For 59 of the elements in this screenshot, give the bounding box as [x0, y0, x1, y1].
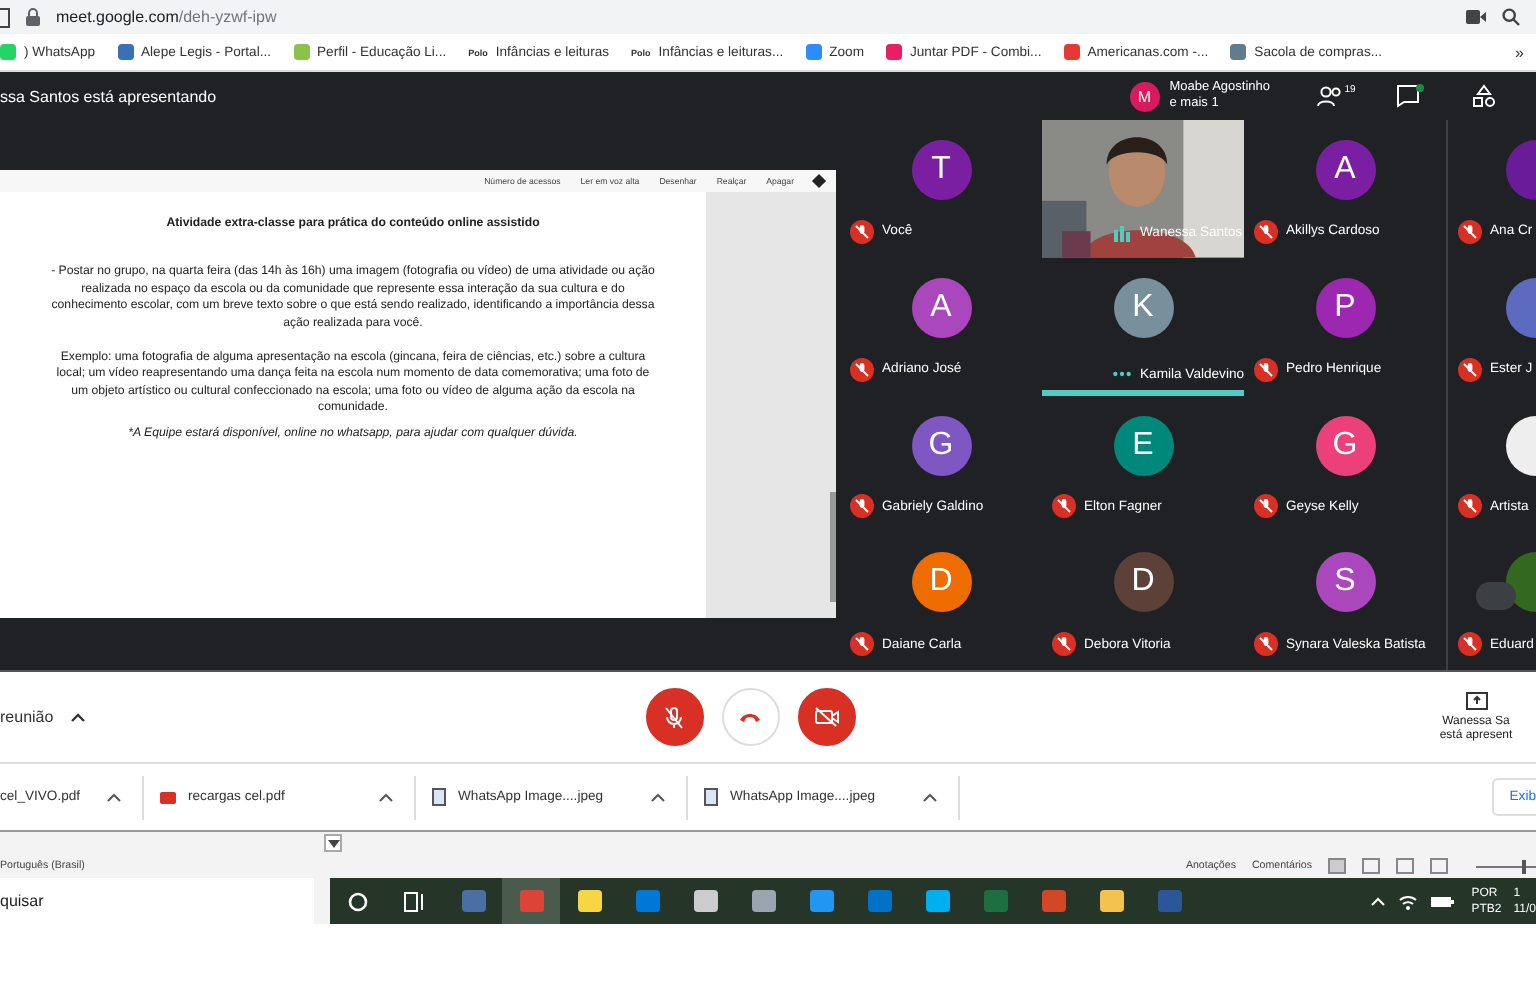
pin-button[interactable]	[1476, 582, 1516, 611]
people-icon[interactable]	[1316, 86, 1345, 106]
meeting-details-button[interactable]: reunião	[0, 708, 86, 726]
activities-icon[interactable]	[1472, 84, 1496, 108]
camera-icon[interactable]	[1466, 10, 1486, 24]
image-file-icon	[704, 788, 718, 806]
avatar: A	[1315, 140, 1375, 200]
wifi-icon[interactable]	[1397, 893, 1418, 909]
microphone-button[interactable]	[645, 688, 704, 746]
avatar: S	[1315, 552, 1375, 613]
avatar: G	[911, 415, 971, 475]
present-icon[interactable]	[1465, 691, 1487, 709]
site-icon	[886, 44, 902, 60]
app-icon[interactable]	[809, 890, 833, 912]
lock-icon[interactable]	[26, 8, 40, 26]
task-view-icon[interactable]	[404, 891, 426, 911]
more-bookmarks-button[interactable]: »	[1515, 43, 1524, 61]
app-icon[interactable]	[751, 890, 775, 912]
caret-icon	[69, 712, 86, 722]
zoom-icon[interactable]	[1502, 8, 1520, 26]
app-icon[interactable]	[693, 890, 717, 912]
avatar: T	[911, 140, 971, 200]
site-icon	[117, 44, 134, 60]
image-file-icon	[432, 788, 446, 806]
phone-icon	[738, 711, 763, 723]
camera-button[interactable]	[797, 688, 856, 746]
avatar: D	[1113, 552, 1173, 613]
site-icon	[0, 44, 16, 60]
caret-icon[interactable]	[650, 792, 666, 802]
pdf-file-icon	[160, 791, 176, 803]
dropdown-button[interactable]	[324, 834, 342, 852]
battery-icon[interactable]	[1429, 895, 1454, 907]
site-icon	[805, 44, 822, 60]
chat-icon[interactable]	[1396, 84, 1424, 108]
caret-icon[interactable]	[106, 792, 122, 802]
hang-up-button[interactable]	[721, 688, 780, 746]
app-icon[interactable]	[1099, 890, 1123, 912]
camera-off-icon	[813, 706, 840, 728]
search-field[interactable]: quisar	[0, 878, 330, 924]
avatar: E	[1113, 415, 1173, 475]
address-field[interactable]: meet.google.com/deh-yzwf-ipw	[56, 8, 277, 26]
caret-icon[interactable]	[922, 792, 938, 802]
host-avatar: M	[1129, 81, 1160, 111]
avatar: D	[911, 552, 971, 613]
circle-icon[interactable]	[348, 891, 368, 911]
avatar: A	[911, 277, 971, 338]
site-icon	[293, 44, 309, 60]
avatar: P	[1315, 277, 1375, 338]
avatar: G	[1315, 415, 1375, 475]
microphone-off-icon	[664, 705, 685, 729]
avatar: K	[1113, 277, 1173, 338]
site-icon	[1063, 44, 1080, 60]
app-icon[interactable]	[925, 890, 949, 912]
caret-icon[interactable]	[378, 792, 394, 802]
app-icon[interactable]	[577, 890, 601, 912]
presenting-label: ssa Santos está apresentando	[0, 87, 217, 105]
people-count: 19	[1344, 86, 1356, 96]
scrollbar-thumb[interactable]	[830, 492, 836, 602]
site-icon	[1230, 44, 1247, 60]
